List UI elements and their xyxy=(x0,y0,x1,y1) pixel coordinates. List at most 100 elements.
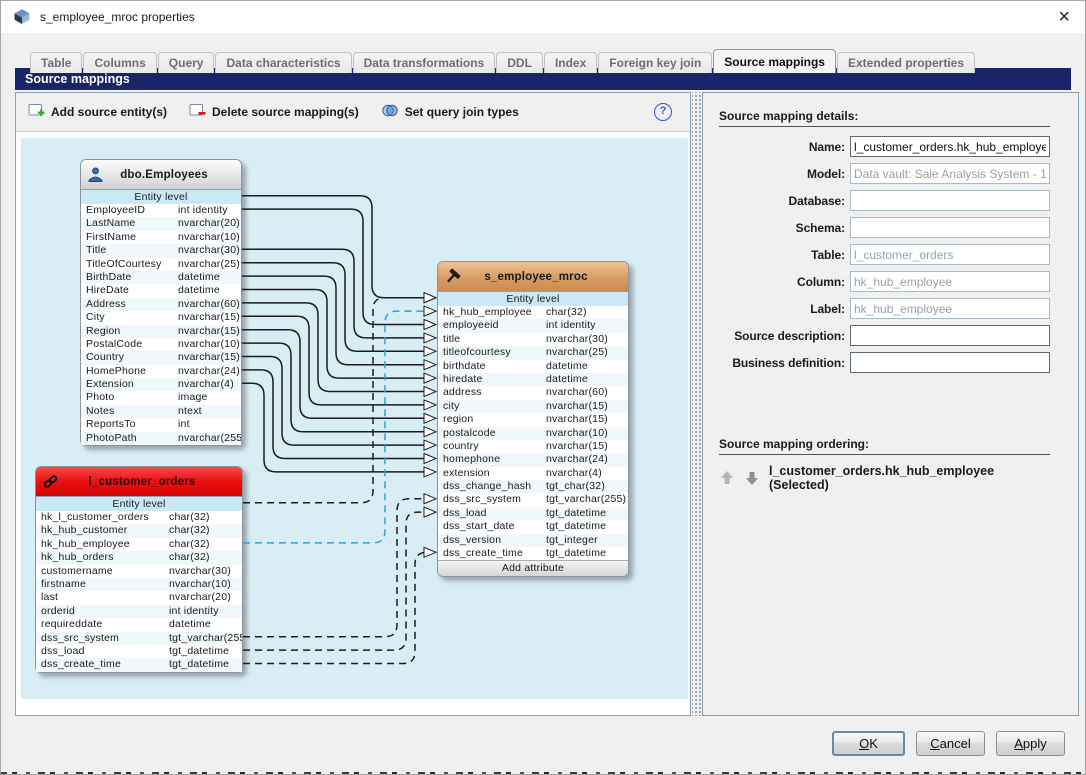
column-row-photopath[interactable]: PhotoPathnvarchar(255) xyxy=(81,432,241,445)
column-row-city[interactable]: citynvarchar(15) xyxy=(438,400,628,413)
column-row-title[interactable]: titlenvarchar(30) xyxy=(438,333,628,346)
column-row-postalcode[interactable]: PostalCodenvarchar(10) xyxy=(81,338,241,351)
entity-employees[interactable]: dbo.Employees Entity levelEmployeeIDint … xyxy=(80,159,242,446)
column-row-birthdate[interactable]: birthdatedatetime xyxy=(438,360,628,373)
column-row-last[interactable]: lastnvarchar(20) xyxy=(36,591,242,604)
column-row-hk-hub-orders[interactable]: hk_hub_orderschar(32) xyxy=(36,551,242,564)
column-row-hiredate[interactable]: hiredatedatetime xyxy=(438,373,628,386)
column-row-address[interactable]: Addressnvarchar(60) xyxy=(81,298,241,311)
column-row-dss-create-time[interactable]: dss_create_timetgt_datetime xyxy=(438,547,628,560)
mapping-line-dashed xyxy=(243,499,424,637)
add-source-entity-button[interactable]: Add source entity(s) xyxy=(28,103,167,121)
column-row-dss-change-hash[interactable]: dss_change_hashtgt_char(32) xyxy=(438,480,628,493)
cancel-button[interactable]: Cancel xyxy=(916,731,985,756)
entity-header[interactable]: s_employee_mroc xyxy=(438,262,628,292)
column-row-hk-hub-customer[interactable]: hk_hub_customerchar(32) xyxy=(36,524,242,537)
column-row-title[interactable]: Titlenvarchar(30) xyxy=(81,244,241,257)
column-type: char(32) xyxy=(169,538,210,551)
column-row-employeeid[interactable]: EmployeeIDint identity xyxy=(81,204,241,217)
column-row-dss-src-system[interactable]: dss_src_systemtgt_varchar(255) xyxy=(438,493,628,506)
column-row-firstname[interactable]: FirstNamenvarchar(10) xyxy=(81,231,241,244)
column-name: dss_load xyxy=(438,507,546,520)
column-row-requireddate[interactable]: requireddatedatetime xyxy=(36,618,242,631)
column-row-hiredate[interactable]: HireDatedatetime xyxy=(81,284,241,297)
tab-data-characteristics[interactable]: Data characteristics xyxy=(215,52,351,73)
column-name: Notes xyxy=(81,405,178,418)
tab-foreign-key-join[interactable]: Foreign key join xyxy=(598,52,712,73)
close-icon[interactable]: × xyxy=(1054,8,1074,26)
diagram-canvas[interactable]: dbo.Employees Entity levelEmployeeIDint … xyxy=(21,138,688,699)
entity-level-row[interactable]: Entity level xyxy=(36,497,242,511)
entity-level-row[interactable]: Entity level xyxy=(81,190,241,204)
column-row-photo[interactable]: Photoimage xyxy=(81,391,241,404)
apply-button[interactable]: Apply xyxy=(996,731,1065,756)
name-field[interactable] xyxy=(850,136,1050,157)
column-name: LastName xyxy=(81,217,178,230)
column-row-orderid[interactable]: orderidint identity xyxy=(36,605,242,618)
delete-source-mapping-button[interactable]: Delete source mapping(s) xyxy=(189,103,359,121)
tab-ddl[interactable]: DDL xyxy=(496,52,543,73)
column-row-address[interactable]: addressnvarchar(60) xyxy=(438,386,628,399)
column-row-city[interactable]: Citynvarchar(15) xyxy=(81,311,241,324)
column-row-firstname[interactable]: firstnamenvarchar(10) xyxy=(36,578,242,591)
schema-field[interactable] xyxy=(850,217,1050,238)
help-icon[interactable]: ? xyxy=(654,103,672,121)
tab-data-transformations[interactable]: Data transformations xyxy=(353,52,496,73)
set-query-join-types-button[interactable]: Set query join types xyxy=(381,103,519,121)
tab-query[interactable]: Query xyxy=(158,52,215,73)
form-row-schema: Schema: xyxy=(719,217,1050,238)
column-row-country[interactable]: Countrynvarchar(15) xyxy=(81,351,241,364)
column-row-dss-start-date[interactable]: dss_start_datetgt_datetime xyxy=(438,520,628,533)
column-row-country[interactable]: countrynvarchar(15) xyxy=(438,440,628,453)
column-row-region[interactable]: Regionnvarchar(15) xyxy=(81,325,241,338)
column-row-birthdate[interactable]: BirthDatedatetime xyxy=(81,271,241,284)
column-name: firstname xyxy=(36,578,169,591)
down-arrow-icon[interactable] xyxy=(744,470,760,486)
column-row-dss-src-system[interactable]: dss_src_systemtgt_varchar(255) xyxy=(36,632,242,645)
column-row-dss-load[interactable]: dss_loadtgt_datetime xyxy=(438,507,628,520)
entity-header[interactable]: dbo.Employees xyxy=(81,160,241,190)
column-row-hk-hub-employee[interactable]: hk_hub_employeechar(32) xyxy=(438,306,628,319)
entity-title: dbo.Employees xyxy=(107,169,235,181)
column-type: datetime xyxy=(546,360,588,373)
column-row-hk-hub-employee[interactable]: hk_hub_employeechar(32) xyxy=(36,538,242,551)
mapping-line-solid xyxy=(242,263,424,352)
ok-button[interactable]: OK xyxy=(832,731,905,756)
column-row-titleofcourtesy[interactable]: titleofcourtesynvarchar(25) xyxy=(438,346,628,359)
business-definition-field[interactable] xyxy=(850,352,1050,373)
tab-columns[interactable]: Columns xyxy=(83,52,156,73)
column-row-dss-create-time[interactable]: dss_create_timetgt_datetime xyxy=(36,658,242,671)
column-row-notes[interactable]: Notesntext xyxy=(81,405,241,418)
tab-extended-properties[interactable]: Extended properties xyxy=(837,52,975,73)
column-row-dss-version[interactable]: dss_versiontgt_integer xyxy=(438,534,628,547)
column-row-employeeid[interactable]: employeeidint identity xyxy=(438,319,628,332)
entity-header[interactable]: l_customer_orders xyxy=(36,467,242,497)
column-row-extension[interactable]: Extensionnvarchar(4) xyxy=(81,378,241,391)
column-row-reportsto[interactable]: ReportsToint xyxy=(81,418,241,431)
column-row-dss-load[interactable]: dss_loadtgt_datetime xyxy=(36,645,242,658)
column-row-homephone[interactable]: homephonenvarchar(24) xyxy=(438,453,628,466)
column-row-customername[interactable]: customernamenvarchar(30) xyxy=(36,565,242,578)
entity-l-customer-orders[interactable]: l_customer_orders Entity levelhk_l_custo… xyxy=(35,466,243,673)
column-row-postalcode[interactable]: postalcodenvarchar(10) xyxy=(438,427,628,440)
tab-index[interactable]: Index xyxy=(544,52,597,73)
column-row-titleofcourtesy[interactable]: TitleOfCourtesynvarchar(25) xyxy=(81,258,241,271)
entity-s-employee-mroc[interactable]: s_employee_mroc Entity levelhk_hub_emplo… xyxy=(437,261,629,577)
arrowhead-icon xyxy=(424,346,436,356)
column-row-homephone[interactable]: HomePhonenvarchar(24) xyxy=(81,365,241,378)
column-name: dss_create_time xyxy=(36,658,169,671)
source-description-field[interactable] xyxy=(850,325,1050,346)
add-attribute-button[interactable]: Add attribute xyxy=(438,560,628,576)
column-type: nvarchar(15) xyxy=(546,440,608,453)
panel-splitter[interactable] xyxy=(692,92,701,716)
database-field[interactable] xyxy=(850,190,1050,211)
column-row-extension[interactable]: extensionnvarchar(4) xyxy=(438,467,628,480)
column-row-lastname[interactable]: LastNamenvarchar(20) xyxy=(81,217,241,230)
up-arrow-icon[interactable] xyxy=(719,470,735,486)
ordering-item[interactable]: l_customer_orders.hk_hub_employee (Selec… xyxy=(769,464,1050,492)
column-row-hk-l-customer-orders[interactable]: hk_l_customer_orderschar(32) xyxy=(36,511,242,524)
entity-level-row[interactable]: Entity level xyxy=(438,292,628,306)
tab-source-mappings[interactable]: Source mappings xyxy=(713,49,836,73)
column-row-region[interactable]: regionnvarchar(15) xyxy=(438,413,628,426)
tab-table[interactable]: Table xyxy=(30,52,82,73)
